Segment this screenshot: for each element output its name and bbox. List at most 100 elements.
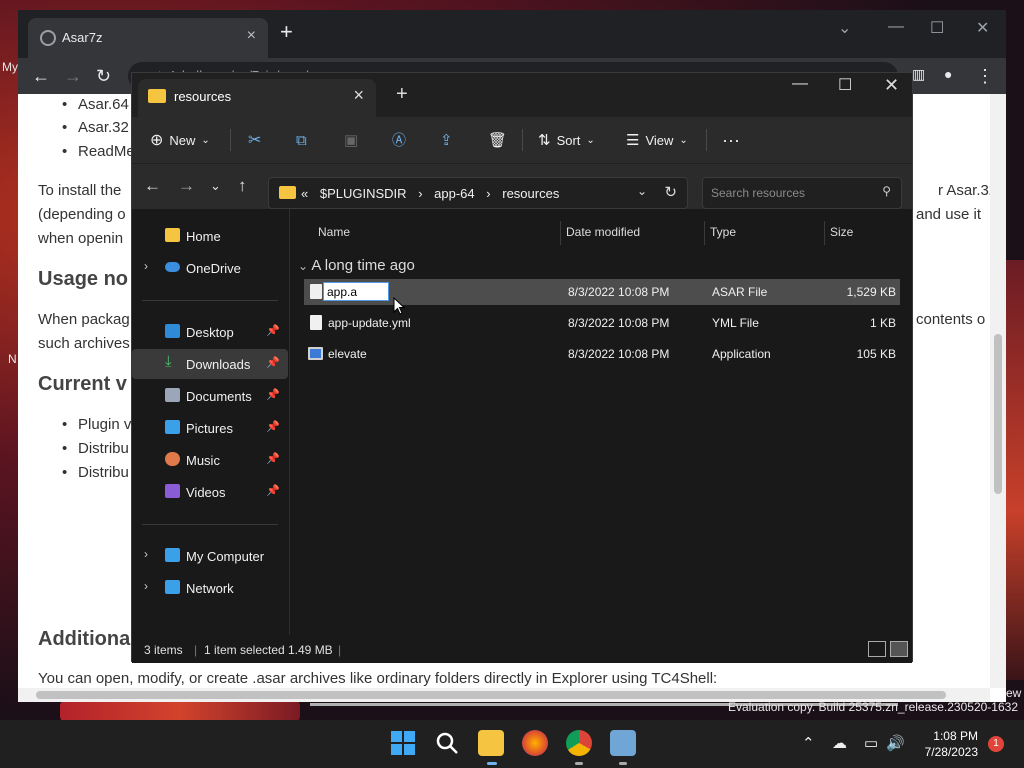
evaluation-watermark: Evaluation copy. Build 25375.zn_release.… bbox=[728, 700, 1018, 714]
close-tab-icon[interactable]: × bbox=[247, 27, 256, 45]
pin-icon: 📌 bbox=[266, 485, 280, 497]
pin-icon: 📌 bbox=[266, 357, 280, 369]
document-icon bbox=[165, 388, 180, 402]
breadcrumb-item[interactable]: resources bbox=[502, 186, 559, 201]
chevron-up-icon[interactable]: ⌃ bbox=[802, 734, 815, 752]
sidebar-item-network[interactable]: › Network bbox=[132, 573, 288, 603]
maximize-icon[interactable]: ☐ bbox=[838, 75, 852, 95]
minimize-icon[interactable]: — bbox=[792, 75, 808, 93]
column-divider[interactable] bbox=[824, 221, 825, 245]
sidebar-item-documents[interactable]: Documents 📌 bbox=[132, 381, 288, 411]
sidebar-item-my-computer[interactable]: › My Computer bbox=[132, 541, 288, 571]
chevron-right-icon[interactable]: › bbox=[144, 579, 148, 593]
sidebar-item-home[interactable]: Home bbox=[132, 221, 288, 251]
close-icon[interactable]: ✕ bbox=[976, 18, 989, 38]
scrollbar-thumb[interactable] bbox=[994, 334, 1002, 494]
back-icon[interactable]: ← bbox=[144, 176, 161, 196]
reload-icon[interactable]: ↻ bbox=[96, 66, 111, 87]
browser-tab[interactable]: Asar7z × bbox=[28, 18, 268, 58]
file-icon bbox=[310, 315, 322, 330]
volume-icon[interactable]: 🔊 bbox=[886, 734, 905, 752]
sidebar-item-onedrive[interactable]: › OneDrive bbox=[132, 253, 288, 283]
search-button[interactable] bbox=[434, 730, 460, 756]
sidebar-item-music[interactable]: Music 📌 bbox=[132, 445, 288, 475]
new-button[interactable]: ⊕ New ⌄ bbox=[150, 127, 210, 153]
more-options-button[interactable]: ··· bbox=[722, 127, 740, 153]
refresh-icon[interactable]: ↻ bbox=[664, 183, 677, 201]
onedrive-icon[interactable]: ☁ bbox=[832, 734, 847, 752]
pin-icon: 📌 bbox=[266, 453, 280, 465]
rename-input[interactable]: app.a bbox=[323, 282, 389, 301]
close-icon[interactable]: ✕ bbox=[884, 75, 899, 96]
forward-icon[interactable]: → bbox=[64, 66, 82, 87]
sidebar-item-downloads[interactable]: ⤓ Downloads 📌 bbox=[132, 349, 288, 379]
rename-button[interactable]: Ⓐ bbox=[392, 127, 406, 153]
explorer-tab[interactable]: resources × bbox=[138, 79, 376, 117]
chevron-right-icon[interactable]: › bbox=[144, 547, 148, 561]
new-tab-button[interactable]: + bbox=[396, 83, 408, 106]
network-icon[interactable]: ▭ bbox=[864, 734, 878, 752]
menu-icon[interactable]: ⋮ bbox=[976, 66, 994, 87]
chevron-right-icon[interactable]: › bbox=[144, 259, 148, 273]
breadcrumb-item[interactable]: app-64 bbox=[434, 186, 474, 201]
forward-icon[interactable]: → bbox=[178, 176, 195, 196]
start-button[interactable] bbox=[390, 730, 416, 756]
group-header[interactable]: ⌄ A long time ago bbox=[298, 257, 415, 274]
paragraph-text: (depending o bbox=[38, 206, 126, 223]
file-explorer-taskbar-icon[interactable] bbox=[478, 730, 504, 756]
sidebar-item-label: Downloads bbox=[186, 357, 251, 372]
scrollbar-thumb[interactable] bbox=[36, 691, 946, 699]
task-manager-icon[interactable] bbox=[610, 730, 636, 756]
column-header-size[interactable]: Size bbox=[830, 225, 853, 239]
column-header-type[interactable]: Type bbox=[710, 225, 736, 239]
column-divider[interactable] bbox=[704, 221, 705, 245]
paragraph-text: when openin bbox=[38, 230, 124, 247]
tiles-view-button[interactable] bbox=[890, 641, 908, 657]
cut-button[interactable]: ✂ bbox=[248, 127, 261, 153]
column-header-date[interactable]: Date modified bbox=[566, 225, 640, 239]
close-tab-icon[interactable]: × bbox=[353, 85, 364, 106]
file-name: app-update.yml bbox=[328, 316, 411, 330]
download-icon: ⤓ bbox=[165, 353, 172, 370]
minimize-icon[interactable]: — bbox=[888, 18, 904, 36]
desktop-icon-label[interactable]: My bbox=[2, 60, 18, 74]
rename-icon: Ⓐ bbox=[392, 132, 406, 148]
column-header-name[interactable]: Name bbox=[318, 225, 350, 239]
details-view-button[interactable] bbox=[868, 641, 886, 657]
paste-icon: ▣ bbox=[344, 132, 359, 149]
share-button[interactable]: ⇪ bbox=[440, 127, 453, 153]
copy-button[interactable]: ⧉ bbox=[296, 127, 307, 153]
notification-badge[interactable]: 1 bbox=[988, 736, 1004, 752]
breadcrumb[interactable]: « $PLUGINSDIR › app-64 › resources ⌄ ↻ bbox=[268, 177, 688, 209]
search-input[interactable]: Search resources ⚲ bbox=[702, 177, 902, 209]
delete-button[interactable]: 🗑 bbox=[488, 127, 507, 153]
breadcrumb-item[interactable]: $PLUGINSDIR bbox=[320, 186, 407, 201]
desktop-icon-label[interactable]: ew bbox=[1006, 686, 1021, 700]
recent-locations-icon[interactable]: ⌄ bbox=[210, 178, 221, 194]
sort-button[interactable]: ⇅ Sort ⌄ bbox=[538, 127, 595, 153]
chevron-down-icon[interactable]: ⌄ bbox=[637, 184, 647, 198]
sidebar-icon[interactable]: ▥ bbox=[912, 66, 925, 83]
sidebar-item-videos[interactable]: Videos 📌 bbox=[132, 477, 288, 507]
search-icon: ⚲ bbox=[882, 184, 891, 198]
up-icon[interactable]: ↑ bbox=[238, 176, 247, 196]
view-button[interactable]: ☰ View ⌄ bbox=[626, 127, 688, 153]
breadcrumb-overflow-icon[interactable]: « bbox=[301, 186, 308, 201]
sidebar-item-pictures[interactable]: Pictures 📌 bbox=[132, 413, 288, 443]
clock[interactable]: 1:08 PM 7/28/2023 bbox=[925, 728, 978, 760]
chrome-icon[interactable] bbox=[566, 730, 592, 756]
maximize-icon[interactable]: ☐ bbox=[930, 18, 944, 38]
list-item: Distribu bbox=[62, 464, 129, 481]
chevron-down-icon[interactable]: ⌄ bbox=[838, 18, 851, 38]
new-tab-button[interactable]: + bbox=[280, 21, 293, 43]
paste-button[interactable]: ▣ bbox=[344, 127, 358, 153]
table-row[interactable]: elevate 8/3/2022 10:08 PM Application 10… bbox=[304, 341, 900, 367]
firefox-icon[interactable] bbox=[522, 730, 548, 756]
vertical-scrollbar[interactable] bbox=[990, 94, 1006, 688]
music-icon bbox=[165, 452, 180, 466]
sidebar-item-desktop[interactable]: Desktop 📌 bbox=[132, 317, 288, 347]
profile-icon[interactable]: ● bbox=[944, 66, 952, 82]
desktop-icon-label[interactable]: N bbox=[8, 352, 17, 366]
back-icon[interactable]: ← bbox=[32, 66, 50, 87]
column-divider[interactable] bbox=[560, 221, 561, 245]
